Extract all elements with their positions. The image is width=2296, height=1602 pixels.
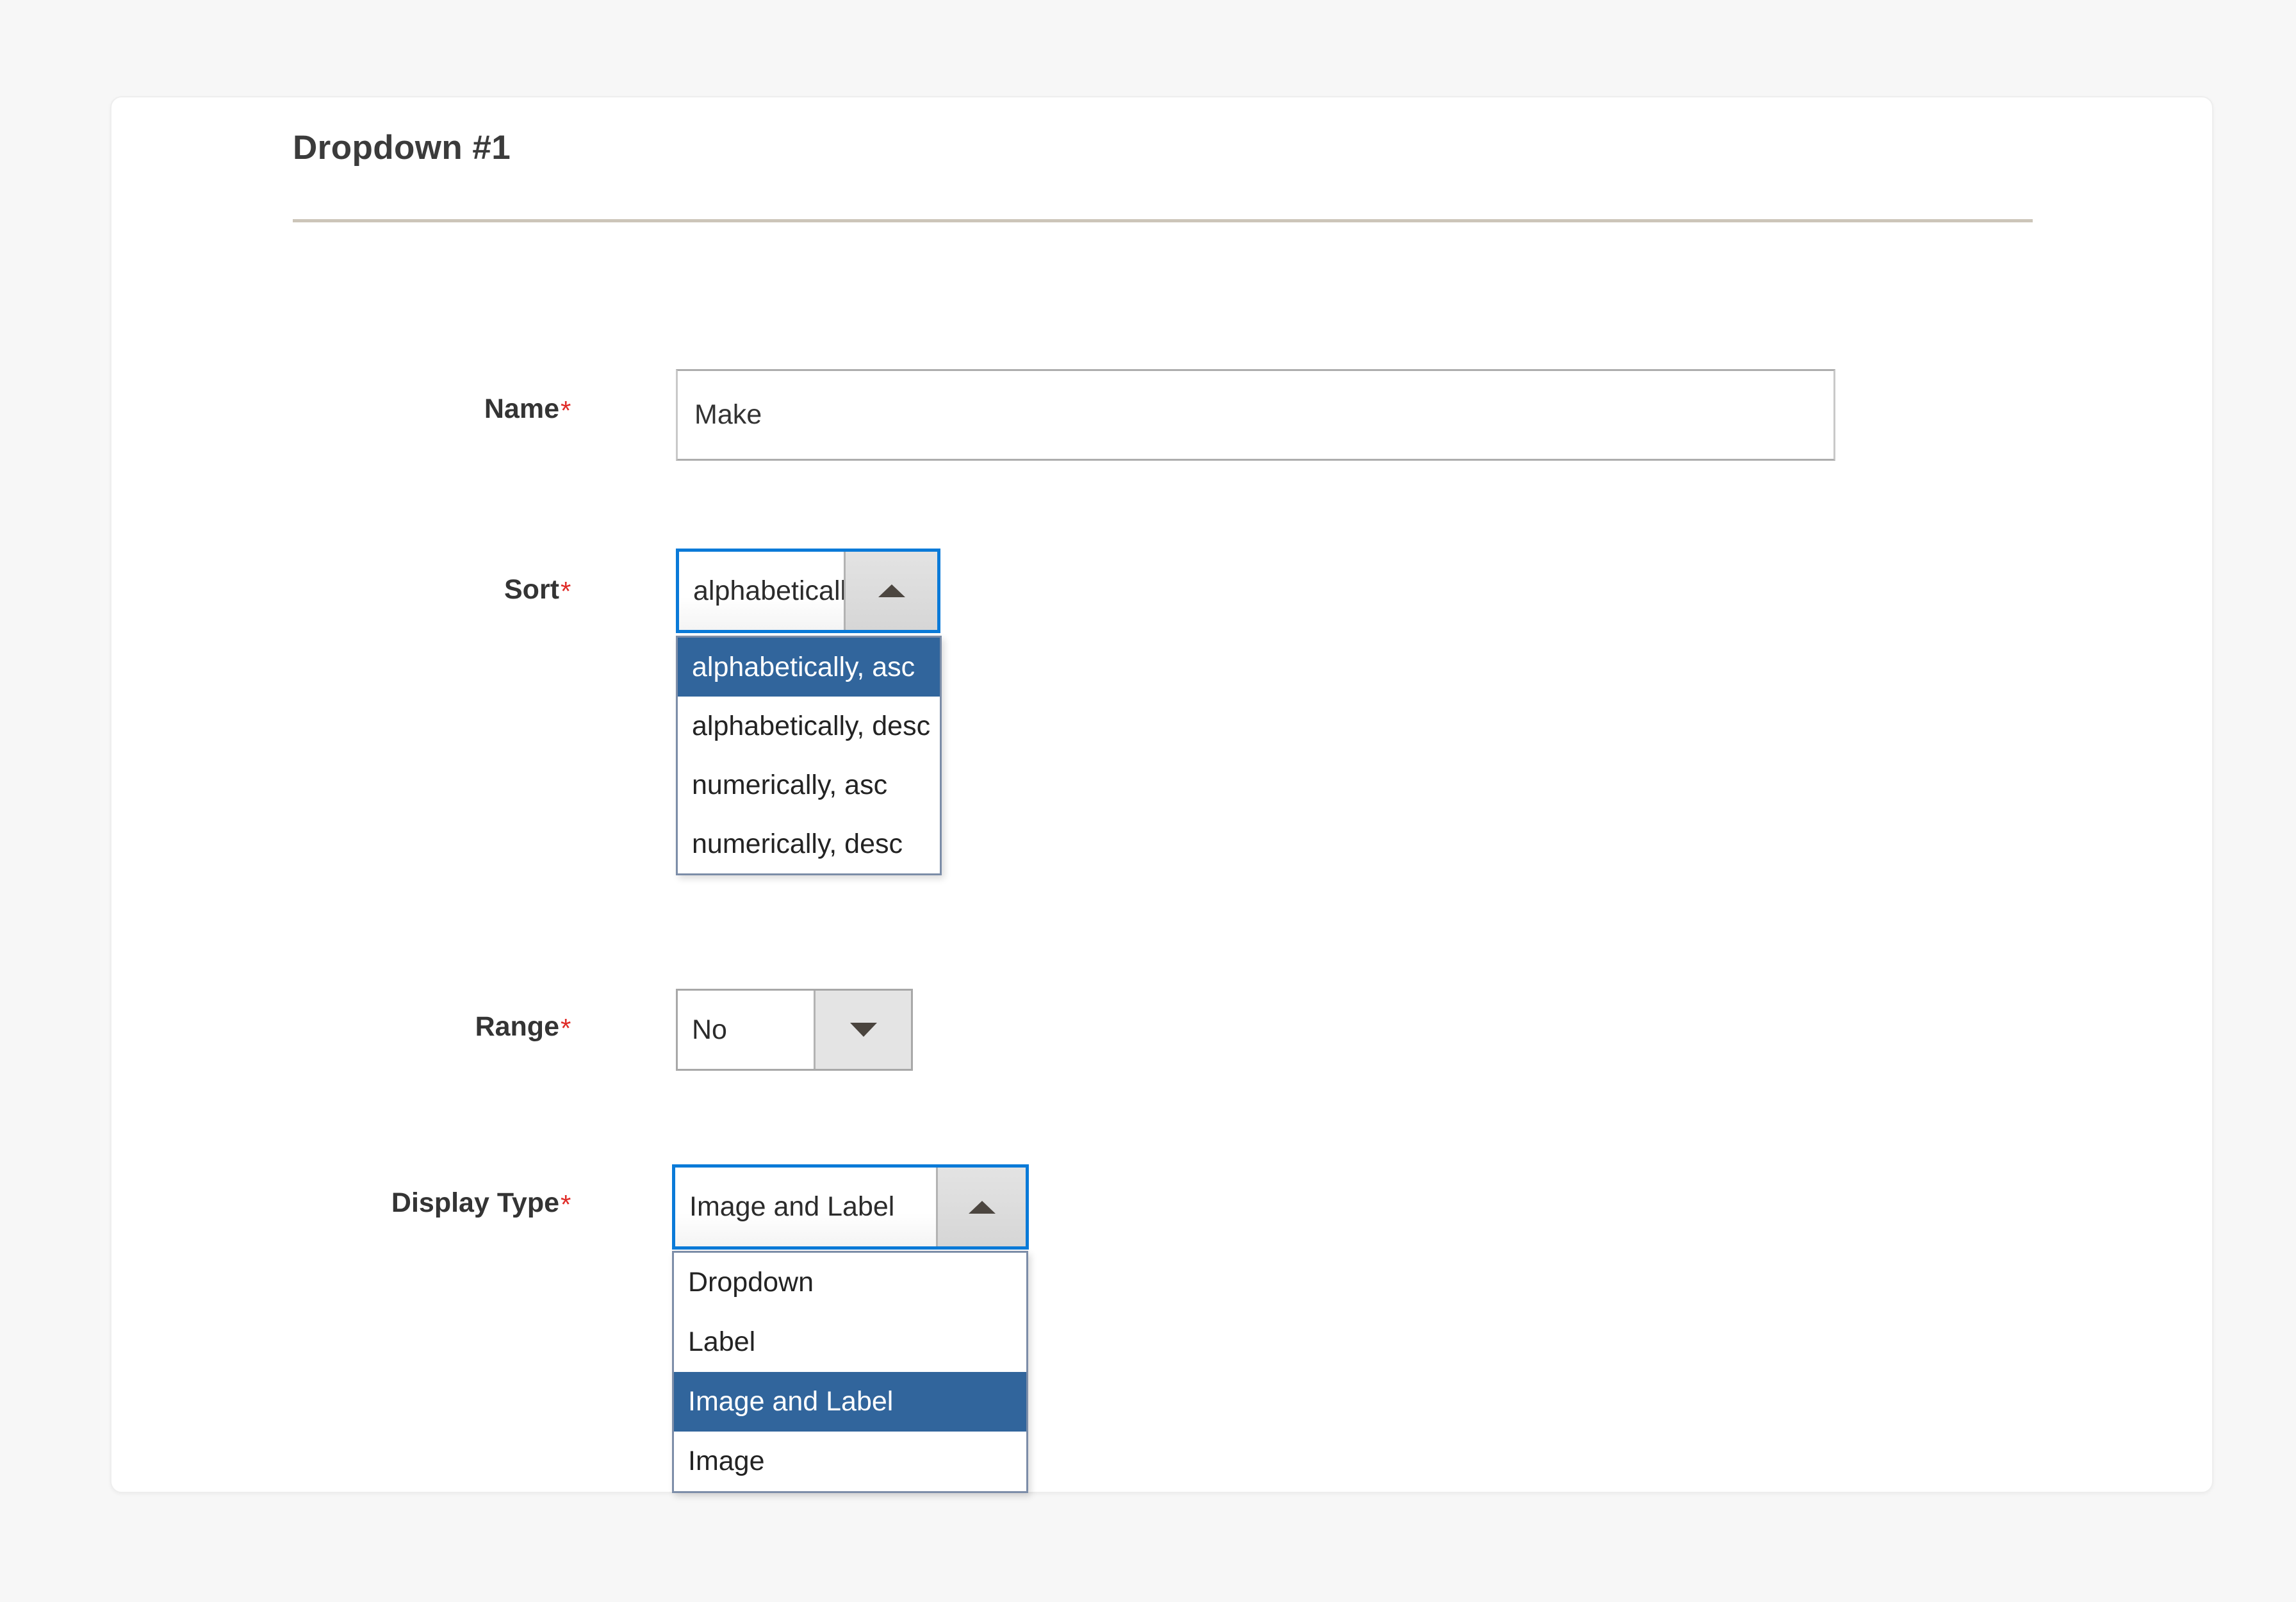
sort-field-label: Sort bbox=[504, 574, 559, 605]
name-input[interactable]: Make bbox=[676, 369, 1835, 461]
display-type-select[interactable]: Image and Label bbox=[672, 1164, 1029, 1250]
display-type-field-label: Display Type bbox=[391, 1187, 559, 1218]
sort-options-list[interactable]: alphabetically, asc alphabetically, desc… bbox=[676, 636, 942, 875]
range-select-toggle-button[interactable] bbox=[814, 991, 911, 1069]
range-required-asterisk: * bbox=[561, 1013, 571, 1043]
title-divider bbox=[293, 219, 2033, 222]
display-type-option-item[interactable]: Label bbox=[674, 1312, 1026, 1372]
display-type-options-list[interactable]: Dropdown Label Image and Label Image bbox=[672, 1251, 1028, 1493]
range-field-label: Range bbox=[475, 1011, 559, 1042]
sort-option-item[interactable]: numerically, asc bbox=[678, 756, 940, 814]
sort-option-item[interactable]: alphabetically, asc bbox=[678, 638, 940, 697]
dropdown-settings-card: Dropdown #1 Name * Make Sort * alphabeti… bbox=[110, 96, 2213, 1493]
display-type-select-value: Image and Label bbox=[675, 1168, 936, 1246]
range-select[interactable]: No bbox=[676, 989, 913, 1071]
page-root: Dropdown #1 Name * Make Sort * alphabeti… bbox=[0, 0, 2296, 1602]
name-field-label: Name bbox=[484, 393, 559, 424]
display-type-option-item[interactable]: Dropdown bbox=[674, 1253, 1026, 1312]
display-type-option-item[interactable]: Image bbox=[674, 1432, 1026, 1491]
display-type-select-toggle-button[interactable] bbox=[936, 1168, 1026, 1246]
caret-down-icon bbox=[849, 1023, 877, 1037]
sort-required-asterisk: * bbox=[561, 576, 571, 606]
sort-option-item[interactable]: alphabetically, desc bbox=[678, 697, 940, 756]
display-type-option-item[interactable]: Image and Label bbox=[674, 1372, 1026, 1432]
display-type-required-asterisk: * bbox=[561, 1189, 571, 1219]
page-title: Dropdown #1 bbox=[293, 129, 511, 167]
caret-up-icon bbox=[968, 1200, 996, 1214]
name-required-asterisk: * bbox=[561, 395, 571, 425]
caret-up-icon bbox=[878, 584, 905, 597]
sort-select-value: alphabetically, asc bbox=[679, 552, 844, 630]
range-select-value: No bbox=[678, 991, 814, 1069]
sort-select[interactable]: alphabetically, asc bbox=[676, 549, 940, 633]
sort-select-toggle-button[interactable] bbox=[844, 552, 937, 630]
sort-option-item[interactable]: numerically, desc bbox=[678, 814, 940, 873]
